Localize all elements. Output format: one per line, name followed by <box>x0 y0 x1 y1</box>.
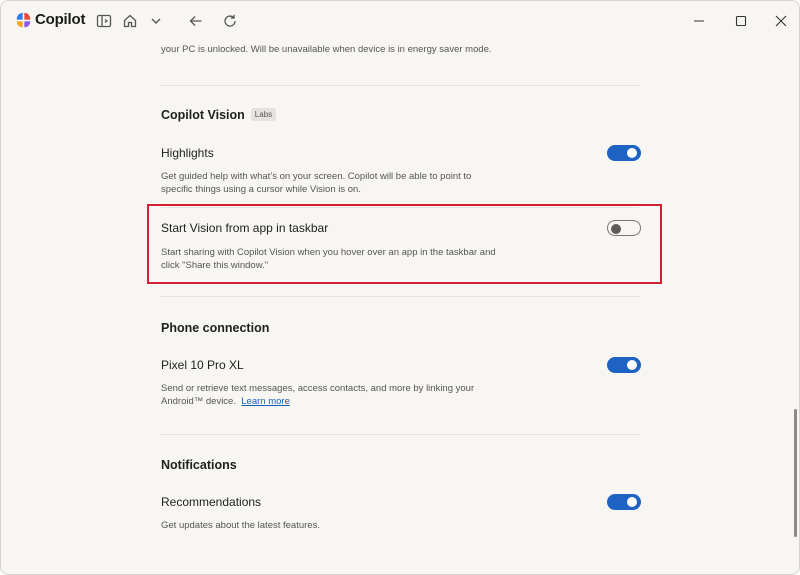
description-text: Android™ device. <box>161 395 236 407</box>
section-title-phone-connection: Phone connection <box>161 321 270 335</box>
sidebar-toggle-icon[interactable] <box>95 12 113 30</box>
chevron-down-icon[interactable] <box>147 12 165 30</box>
vertical-scrollbar[interactable] <box>794 409 797 537</box>
title-bar: Copilot <box>1 1 799 41</box>
previous-setting-description: your PC is unlocked. Will be unavailable… <box>161 44 492 55</box>
copilot-window: Copilot your PC is unlocked. Will be una… <box>0 0 800 575</box>
highlights-description: Get guided help with what’s on your scre… <box>161 171 541 196</box>
toggle-knob <box>627 497 637 507</box>
app-title: Copilot <box>35 11 86 28</box>
copilot-logo-icon <box>16 12 31 28</box>
toggle-knob <box>627 148 637 158</box>
divider <box>161 434 639 435</box>
maximize-button[interactable] <box>731 11 751 31</box>
device-title: Pixel 10 Pro XL <box>161 358 244 372</box>
maximize-icon <box>735 15 747 27</box>
divider <box>161 85 639 86</box>
description-line: Get guided help with what’s on your scre… <box>161 171 472 182</box>
labs-badge: Labs <box>250 108 277 121</box>
close-button[interactable] <box>771 11 791 31</box>
minimize-button[interactable] <box>689 11 709 31</box>
recommendations-toggle[interactable] <box>607 494 641 510</box>
recommendations-description: Get updates about the latest features. <box>161 520 320 531</box>
highlight-annotation-box <box>147 204 662 284</box>
device-description: Send or retrieve text messages, access c… <box>161 383 541 408</box>
recommendations-title: Recommendations <box>161 495 262 509</box>
toggle-knob <box>627 360 637 370</box>
section-title-text: Copilot Vision <box>161 108 245 122</box>
refresh-icon[interactable] <box>221 12 239 30</box>
home-icon[interactable] <box>121 12 139 30</box>
highlights-title: Highlights <box>161 146 214 160</box>
section-title-notifications: Notifications <box>161 458 237 472</box>
divider <box>161 296 639 297</box>
section-title-copilot-vision: Copilot Vision Labs <box>161 108 277 122</box>
description-line: Android™ device. Learn more <box>161 396 541 409</box>
highlights-toggle[interactable] <box>607 145 641 161</box>
description-line: specific things using a cursor while Vis… <box>161 183 361 195</box>
learn-more-link[interactable]: Learn more <box>241 396 290 407</box>
phone-link-toggle[interactable] <box>607 357 641 373</box>
back-arrow-icon[interactable] <box>187 12 205 30</box>
description-line: Send or retrieve text messages, access c… <box>161 383 475 394</box>
close-icon <box>775 15 787 27</box>
minimize-icon <box>694 20 704 22</box>
